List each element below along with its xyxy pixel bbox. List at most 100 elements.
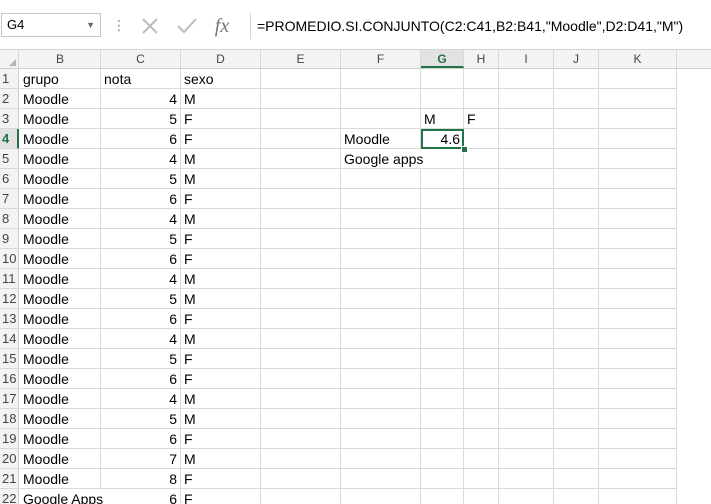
cell-c14[interactable]: 4 xyxy=(101,329,181,349)
cell-d15[interactable]: F xyxy=(181,349,261,369)
cell-b4[interactable]: Moodle xyxy=(20,129,101,149)
cell-b11[interactable]: Moodle xyxy=(20,269,101,289)
column-header-d[interactable]: D xyxy=(181,50,261,68)
sheet-grid[interactable]: 1 grupo nota sexo 2 Moodle 4 M 3 Moodle 5 F M F 4 Moodl… xyxy=(0,69,711,504)
cell-b1[interactable]: grupo xyxy=(20,69,101,89)
cell-k8[interactable] xyxy=(599,209,677,229)
cell-b12[interactable]: Moodle xyxy=(20,289,101,309)
cell-h13[interactable] xyxy=(464,309,499,329)
cell-f5[interactable]: Google apps xyxy=(341,149,423,169)
row-header[interactable]: 3 xyxy=(0,109,19,129)
cell-c17[interactable]: 4 xyxy=(101,389,181,409)
row-header[interactable]: 4 xyxy=(0,129,19,149)
cell-b21[interactable]: Moodle xyxy=(20,469,101,489)
cell-g11[interactable] xyxy=(421,269,464,289)
cell-j7[interactable] xyxy=(554,189,599,209)
cell-d6[interactable]: M xyxy=(181,169,261,189)
cell-i17[interactable] xyxy=(499,389,554,409)
cell-b19[interactable]: Moodle xyxy=(20,429,101,449)
cell-j8[interactable] xyxy=(554,209,599,229)
cell-g17[interactable] xyxy=(421,389,464,409)
cell-d18[interactable]: M xyxy=(181,409,261,429)
cell-e4[interactable] xyxy=(261,129,341,149)
cell-c11[interactable]: 4 xyxy=(101,269,181,289)
row-header[interactable]: 12 xyxy=(0,289,19,309)
cell-h11[interactable] xyxy=(464,269,499,289)
cell-j6[interactable] xyxy=(554,169,599,189)
cell-c5[interactable]: 4 xyxy=(101,149,181,169)
cell-f3[interactable] xyxy=(341,109,421,129)
cell-f6[interactable] xyxy=(341,169,421,189)
cell-d11[interactable]: M xyxy=(181,269,261,289)
cell-e12[interactable] xyxy=(261,289,341,309)
cell-h10[interactable] xyxy=(464,249,499,269)
cell-d22[interactable]: F xyxy=(181,489,261,504)
cell-k13[interactable] xyxy=(599,309,677,329)
cell-i4[interactable] xyxy=(499,129,554,149)
cell-f16[interactable] xyxy=(341,369,421,389)
cell-c4[interactable]: 6 xyxy=(101,129,181,149)
cell-h17[interactable] xyxy=(464,389,499,409)
cell-b13[interactable]: Moodle xyxy=(20,309,101,329)
row-header[interactable]: 15 xyxy=(0,349,19,369)
cell-e17[interactable] xyxy=(261,389,341,409)
cell-h14[interactable] xyxy=(464,329,499,349)
cell-h6[interactable] xyxy=(464,169,499,189)
cell-j14[interactable] xyxy=(554,329,599,349)
cell-k11[interactable] xyxy=(599,269,677,289)
row-header[interactable]: 5 xyxy=(0,149,19,169)
cell-h15[interactable] xyxy=(464,349,499,369)
cell-f4[interactable]: Moodle xyxy=(341,129,421,149)
cell-h18[interactable] xyxy=(464,409,499,429)
cell-d14[interactable]: M xyxy=(181,329,261,349)
cell-k22[interactable] xyxy=(599,489,677,504)
cell-f14[interactable] xyxy=(341,329,421,349)
cell-g14[interactable] xyxy=(421,329,464,349)
cell-c9[interactable]: 5 xyxy=(101,229,181,249)
row-header[interactable]: 20 xyxy=(0,449,19,469)
cell-f8[interactable] xyxy=(341,209,421,229)
cell-i19[interactable] xyxy=(499,429,554,449)
cell-j2[interactable] xyxy=(554,89,599,109)
cell-e11[interactable] xyxy=(261,269,341,289)
cell-g5[interactable] xyxy=(421,149,464,169)
cell-i2[interactable] xyxy=(499,89,554,109)
cell-h16[interactable] xyxy=(464,369,499,389)
cell-c3[interactable]: 5 xyxy=(101,109,181,129)
cell-j19[interactable] xyxy=(554,429,599,449)
cell-b20[interactable]: Moodle xyxy=(20,449,101,469)
cell-j10[interactable] xyxy=(554,249,599,269)
cell-f13[interactable] xyxy=(341,309,421,329)
cell-e20[interactable] xyxy=(261,449,341,469)
row-header[interactable]: 19 xyxy=(0,429,19,449)
cell-c6[interactable]: 5 xyxy=(101,169,181,189)
select-all-button[interactable] xyxy=(0,50,19,68)
cell-d13[interactable]: F xyxy=(181,309,261,329)
cell-d17[interactable]: M xyxy=(181,389,261,409)
column-header-i[interactable]: I xyxy=(499,50,554,68)
cell-k4[interactable] xyxy=(599,129,677,149)
cell-g22[interactable] xyxy=(421,489,464,504)
cell-i5[interactable] xyxy=(499,149,554,169)
row-header[interactable]: 18 xyxy=(0,409,19,429)
cell-c8[interactable]: 4 xyxy=(101,209,181,229)
cell-c12[interactable]: 5 xyxy=(101,289,181,309)
cell-e3[interactable] xyxy=(261,109,341,129)
cell-j15[interactable] xyxy=(554,349,599,369)
cell-c18[interactable]: 5 xyxy=(101,409,181,429)
cell-c19[interactable]: 6 xyxy=(101,429,181,449)
cell-f21[interactable] xyxy=(341,469,421,489)
cell-g8[interactable] xyxy=(421,209,464,229)
chevron-down-icon[interactable]: ▼ xyxy=(86,14,95,36)
cell-i16[interactable] xyxy=(499,369,554,389)
cell-d2[interactable]: M xyxy=(181,89,261,109)
cell-h5[interactable] xyxy=(464,149,499,169)
cell-h7[interactable] xyxy=(464,189,499,209)
cell-c20[interactable]: 7 xyxy=(101,449,181,469)
cell-c16[interactable]: 6 xyxy=(101,369,181,389)
more-options-icon[interactable]: ⋮ xyxy=(112,15,126,35)
cell-k1[interactable] xyxy=(599,69,677,89)
cell-k12[interactable] xyxy=(599,289,677,309)
cell-g15[interactable] xyxy=(421,349,464,369)
cell-g16[interactable] xyxy=(421,369,464,389)
